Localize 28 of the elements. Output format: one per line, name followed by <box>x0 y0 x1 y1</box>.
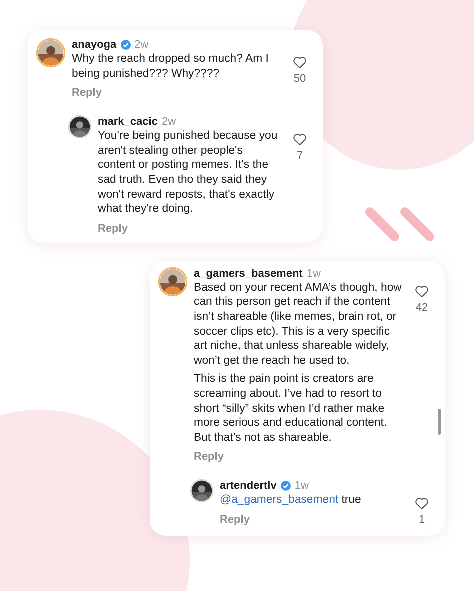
reply-button[interactable]: Reply <box>194 451 224 464</box>
reply-button[interactable]: Reply <box>72 87 102 100</box>
like-icon[interactable] <box>415 284 429 298</box>
comment-time: 2w <box>134 39 149 51</box>
scrollbar <box>438 408 441 435</box>
username[interactable]: mark_cacic <box>98 116 158 128</box>
like-count: 7 <box>296 150 304 162</box>
comment-text: Based on your recent AMA’s though, how can this person get reach if the content isn’t shareable (like memes, brain rot, or soccer clips etc). This is a very specific art niche, that unless shareable widely, won’t get the reach he used to. <box>194 280 403 368</box>
like-count: 1 <box>418 514 426 526</box>
like-count: 42 <box>416 302 428 314</box>
comment-text: Why the reach dropped so much? Am I being punished??? Why???? <box>72 52 270 82</box>
username[interactable]: artendertlv <box>220 480 277 492</box>
reply-button[interactable]: Reply <box>220 514 250 526</box>
comment-time: 2w <box>162 116 176 128</box>
like-count: 50 <box>294 73 306 85</box>
username[interactable]: a_gamers_basement <box>194 268 303 280</box>
comment-time: 1w <box>294 480 309 492</box>
mention-link[interactable]: @a_gamers_basement <box>220 494 339 506</box>
slash-mark-drawing <box>366 208 434 242</box>
comment-time: 1w <box>306 268 321 280</box>
reply-button[interactable]: Reply <box>98 222 128 235</box>
comment-text: This is the pain point is creators are screaming about. I’ve had to resort to short “silly” skits when I’d rather make more serious and educational content. But that’s not as shareable. <box>194 372 388 446</box>
like-icon[interactable] <box>415 497 429 510</box>
username[interactable]: anayoga <box>72 39 117 51</box>
comment-text: You're being punished because you aren't stealing other people's content or posting memes. It's the sad truth. Even tho they said they won't reward reposts, that's exactly what they're doing. <box>98 129 279 217</box>
like-icon[interactable] <box>293 133 307 146</box>
comment-text: @a_gamers_basement true <box>220 493 362 508</box>
like-icon[interactable] <box>293 56 307 69</box>
